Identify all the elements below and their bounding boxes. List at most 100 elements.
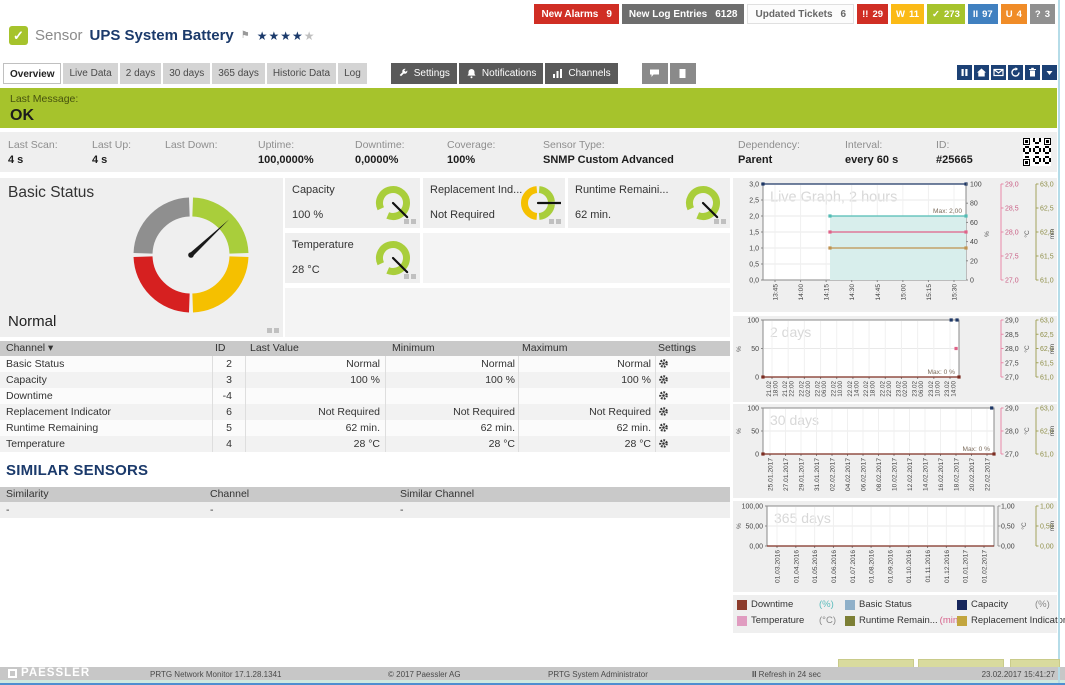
gauge-tile-capacity[interactable]: Capacity100 % — [285, 178, 420, 228]
collapsed-tab-0[interactable] — [838, 659, 914, 667]
tab-historic-data[interactable]: Historic Data — [267, 63, 336, 84]
title-kind: Sensor — [35, 27, 83, 44]
similar-col-channel[interactable]: Channel — [210, 488, 249, 500]
tab-365-days[interactable]: 365 days — [212, 63, 265, 84]
svg-text:1,0: 1,0 — [749, 246, 759, 253]
svg-text:01.08.2016: 01.08.2016 — [869, 550, 876, 583]
channel-row-downtime[interactable]: Downtime-4 — [0, 388, 730, 404]
col-header-settings[interactable]: Settings — [658, 342, 696, 354]
svg-text:18:00: 18:00 — [870, 381, 877, 397]
updated-tickets-button[interactable]: Updated Tickets6 — [747, 4, 854, 24]
svg-text:27.01.2017: 27.01.2017 — [783, 458, 790, 491]
notifications-button[interactable]: Notifications — [459, 63, 543, 84]
trash-button[interactable] — [1025, 65, 1040, 80]
mail-button[interactable] — [991, 65, 1006, 80]
svg-text:62,5: 62,5 — [1040, 206, 1054, 213]
channels-button[interactable]: Channels — [545, 63, 617, 84]
refresh-button[interactable] — [1008, 65, 1023, 80]
pause-button[interactable] — [957, 65, 972, 80]
col-header-id[interactable]: ID — [215, 342, 226, 354]
svg-text:20: 20 — [970, 258, 978, 265]
channel-settings-gear[interactable] — [658, 438, 669, 452]
gauge-tile-replacement-ind-[interactable]: Replacement Ind...Not Required — [423, 178, 565, 228]
priority-stars[interactable]: ★★★★★ — [257, 29, 316, 43]
collapsed-tab-2[interactable] — [1010, 659, 1060, 667]
svg-text:12.02.2017: 12.02.2017 — [907, 458, 914, 491]
priority-flag-icon[interactable]: ⚑ — [241, 30, 250, 41]
legend-swatch — [845, 600, 855, 610]
status-badge-unknown[interactable]: ?3 — [1030, 4, 1055, 24]
svg-text:63,0: 63,0 — [1040, 318, 1054, 325]
tab-30-days[interactable]: 30 days — [163, 63, 210, 84]
home-button[interactable] — [974, 65, 989, 80]
collapsed-tab-1[interactable] — [918, 659, 1004, 667]
d365-graph-panel[interactable]: 365 days100,0050,000,0001.03.201601.04.2… — [733, 501, 1057, 592]
channel-settings-gear[interactable] — [658, 422, 669, 436]
unusual-icon: U — [1006, 9, 1013, 20]
gauge-tile-temperature[interactable]: Temperature28 °C — [285, 233, 420, 283]
caret-button[interactable] — [1042, 65, 1057, 80]
svg-text:61,0: 61,0 — [1040, 452, 1054, 459]
similar-col-similar-channel[interactable]: Similar Channel — [400, 488, 474, 500]
channel-row-replacement-indicator[interactable]: Replacement Indicator6Not RequiredNot Re… — [0, 404, 730, 420]
status-badge-down[interactable]: !!29 — [857, 4, 888, 24]
status-field-sensortype: Sensor Type:SNMP Custom Advanced — [543, 139, 674, 166]
channel-row-runtime-remaining[interactable]: Runtime Remaining562 min.62 min.62 min. — [0, 420, 730, 436]
chart-legend: Downtime(%)Basic StatusCapacity(%)Temper… — [733, 595, 1057, 633]
d2-graph-panel[interactable]: 2 days10050021.0218:0021.0222:0022.0202:… — [733, 316, 1057, 402]
gear-icon — [658, 422, 669, 433]
d30-graph-panel[interactable]: 30 days10050025.01.201727.01.201729.01.2… — [733, 404, 1057, 498]
footer-copyright: © 2017 Paessler AG — [388, 670, 461, 679]
channel-settings-gear[interactable] — [658, 374, 669, 388]
svg-text:Max: 0 %: Max: 0 % — [963, 446, 991, 453]
channel-settings-gear[interactable] — [658, 390, 669, 404]
status-badge-up[interactable]: ✓273 — [927, 4, 965, 24]
status-field-lastdown: Last Down: — [165, 139, 218, 154]
footer-refresh[interactable]: II Refresh in 24 sec — [752, 670, 821, 679]
wrench-icon — [398, 68, 409, 79]
col-header-last-value[interactable]: Last Value — [250, 342, 299, 354]
settings-button[interactable]: Settings — [391, 63, 457, 84]
tab-2-days[interactable]: 2 days — [120, 63, 161, 84]
legend-item-temperature: Temperature — [737, 615, 804, 626]
svg-text:min: min — [1049, 425, 1056, 436]
col-header-channel[interactable]: Channel ▾ — [6, 342, 53, 354]
svg-text:22:00: 22:00 — [886, 381, 893, 397]
paessler-logo[interactable]: PAESSLER — [8, 667, 90, 679]
svg-text:02:00: 02:00 — [902, 381, 909, 397]
footer-user: PRTG System Administrator — [548, 670, 648, 679]
chart-icon — [552, 68, 563, 79]
svg-text:Live Graph, 2 hours: Live Graph, 2 hours — [770, 190, 897, 206]
channel-settings-gear[interactable] — [658, 406, 669, 420]
new-alarms-button[interactable]: New Alarms9 — [534, 4, 618, 24]
svg-text:28,5: 28,5 — [1005, 332, 1019, 339]
channel-row-temperature[interactable]: Temperature428 °C28 °C28 °C — [0, 436, 730, 452]
live-graph-panel[interactable]: Live Graph, 2 hours3,02,52,01,51,00,50,0… — [733, 178, 1057, 312]
svg-text:16.02.2017: 16.02.2017 — [938, 458, 945, 491]
channel-row-capacity[interactable]: Capacity3100 %100 %100 % — [0, 372, 730, 388]
svg-text:100: 100 — [747, 318, 759, 325]
comments-button[interactable] — [642, 63, 668, 84]
similar-col-similarity[interactable]: Similarity — [6, 488, 49, 500]
svg-text:14:45: 14:45 — [875, 284, 882, 301]
col-header-maximum[interactable]: Maximum — [522, 342, 568, 354]
status-badge-warning[interactable]: W11 — [891, 4, 924, 24]
empty-panel — [285, 288, 730, 337]
svg-text:06:00: 06:00 — [918, 381, 925, 397]
top-status-bar: New Alarms9New Log Entries6128Updated Ti… — [534, 4, 1055, 24]
report-button[interactable] — [670, 63, 696, 84]
page-title: UPS System Battery — [90, 27, 234, 44]
status-badge-unusual[interactable]: U4 — [1001, 4, 1027, 24]
status-field-dependency: Dependency:Parent — [738, 139, 800, 166]
svg-text:1,00: 1,00 — [1001, 504, 1015, 511]
tab-log[interactable]: Log — [338, 63, 367, 84]
channel-row-basic-status[interactable]: Basic Status2NormalNormalNormal — [0, 356, 730, 372]
col-header-minimum[interactable]: Minimum — [392, 342, 435, 354]
gauge-tile-runtime-remaini-[interactable]: Runtime Remaini...62 min. — [568, 178, 730, 228]
channel-settings-gear[interactable] — [658, 358, 669, 372]
tab-live-data[interactable]: Live Data — [63, 63, 117, 84]
status-badge-paused[interactable]: II97 — [968, 4, 998, 24]
new-log-entries-button[interactable]: New Log Entries6128 — [622, 4, 745, 24]
svg-text:Max: 2,00: Max: 2,00 — [933, 208, 962, 215]
tab-overview[interactable]: Overview — [3, 63, 61, 84]
